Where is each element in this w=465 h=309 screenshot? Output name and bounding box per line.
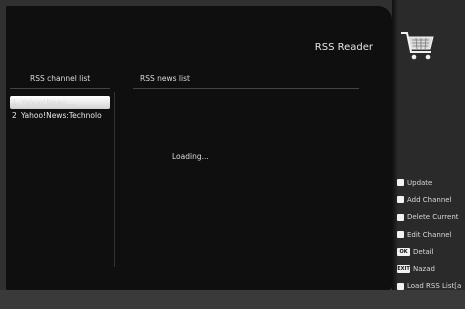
news-list-heading: RSS news list: [140, 74, 190, 83]
white-square-icon: [397, 213, 404, 221]
channel-item-selected[interactable]: 1 Yahoo!News:...: [10, 96, 110, 109]
channel-label: Yahoo!News:Technolo: [21, 111, 102, 120]
channel-list: 1 Yahoo!News:... 2 Yahoo!News:Technolo: [10, 96, 110, 122]
legend-nazad[interactable]: EXIT Nazad: [397, 260, 465, 277]
white-square-icon: [397, 231, 404, 239]
exit-key-icon: EXIT: [397, 265, 410, 274]
divider: [114, 92, 115, 267]
loading-status: Loading...: [172, 152, 209, 161]
ok-key-icon: OK: [397, 247, 410, 256]
legend-label: Update: [407, 178, 433, 187]
bottom-bar: [0, 290, 465, 309]
legend-label: Delete Current: [407, 213, 459, 222]
rss-reader-screen: RSS Reader RSS channel list RSS news lis…: [0, 0, 465, 309]
legend-delete-current[interactable]: Delete Current: [397, 209, 465, 226]
legend-update[interactable]: Update: [397, 174, 465, 191]
page-title: RSS Reader: [314, 42, 373, 53]
legend-label: Nazad: [413, 265, 435, 274]
white-square-icon: [397, 179, 404, 187]
divider: [10, 88, 110, 89]
white-square-icon: [397, 282, 404, 290]
legend-load-rss-list[interactable]: Load RSS List[a: [397, 278, 465, 295]
legend-add-channel[interactable]: Add Channel: [397, 191, 465, 208]
channel-number: 1: [12, 98, 17, 107]
legend-label: Add Channel: [407, 195, 452, 204]
channel-number: 2: [12, 111, 17, 120]
legend-edit-channel[interactable]: Edit Channel: [397, 226, 465, 243]
channel-item[interactable]: 2 Yahoo!News:Technolo: [10, 109, 110, 122]
legend-label: Detail: [413, 247, 434, 256]
legend-label: Edit Channel: [407, 230, 452, 239]
shopping-cart-icon: [401, 32, 434, 60]
divider: [133, 88, 359, 89]
legend-label: Load RSS List[a: [407, 282, 462, 291]
channel-list-heading: RSS channel list: [30, 74, 91, 83]
white-square-icon: [397, 196, 404, 204]
key-legend: Update Add Channel Delete Current Edit C…: [397, 174, 465, 295]
legend-detail[interactable]: OK Detail: [397, 243, 465, 260]
channel-label: Yahoo!News:...: [21, 98, 77, 107]
